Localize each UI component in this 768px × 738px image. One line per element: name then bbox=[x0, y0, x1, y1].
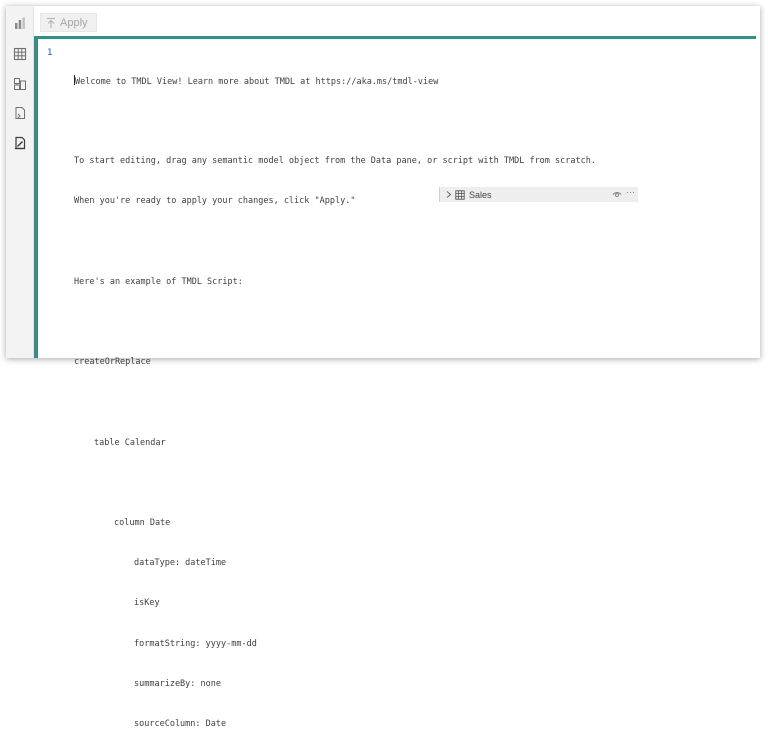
apply-button-label: Apply bbox=[60, 16, 88, 29]
tmdl-view-icon[interactable] bbox=[13, 136, 27, 150]
code-line: column Date bbox=[114, 518, 171, 529]
code-line: isKey bbox=[134, 598, 160, 609]
code-content[interactable]: Welcome to TMDL View! Learn more about T… bbox=[74, 48, 746, 738]
more-options-icon[interactable]: ··· bbox=[626, 187, 635, 197]
apply-button[interactable]: Apply bbox=[40, 13, 97, 32]
table-node-label: Sales bbox=[469, 189, 492, 200]
model-view-icon[interactable] bbox=[13, 77, 27, 91]
code-line: To start editing, drag any semantic mode… bbox=[74, 156, 596, 167]
code-line: Here's an example of TMDL Script: bbox=[74, 276, 243, 287]
code-line: table Calendar bbox=[94, 437, 166, 448]
code-line: sourceColumn: Date bbox=[134, 719, 227, 730]
code-line: summarizeBy: none bbox=[134, 678, 221, 689]
table-icon bbox=[455, 189, 465, 200]
code-line: createOrReplace bbox=[74, 357, 151, 368]
tmdl-code-editor[interactable]: 1 Welcome to TMDL View! Learn more about… bbox=[34, 36, 756, 729]
view-switcher-rail bbox=[6, 6, 34, 358]
code-line: When you're ready to apply your changes,… bbox=[74, 196, 356, 207]
apply-arrow-icon bbox=[47, 17, 55, 28]
code-line: dataType: dateTime bbox=[134, 558, 227, 569]
report-view-icon[interactable] bbox=[13, 16, 27, 30]
code-line: formatString: yyyy-mm-dd bbox=[134, 638, 257, 649]
table-view-icon[interactable] bbox=[13, 47, 27, 61]
tmdl-view-window: Apply 1 Welcome to TMDL View! Learn more… bbox=[6, 6, 760, 729]
line-number: 1 bbox=[47, 48, 53, 58]
data-pane-table-node[interactable]: Sales ··· bbox=[439, 187, 638, 202]
visibility-eye-icon[interactable] bbox=[612, 190, 622, 199]
chevron-right-icon[interactable] bbox=[444, 190, 453, 199]
toolbar: Apply bbox=[34, 6, 760, 36]
code-line: Welcome to TMDL View! Learn more about T… bbox=[74, 74, 439, 87]
dax-query-view-icon[interactable] bbox=[13, 106, 27, 120]
